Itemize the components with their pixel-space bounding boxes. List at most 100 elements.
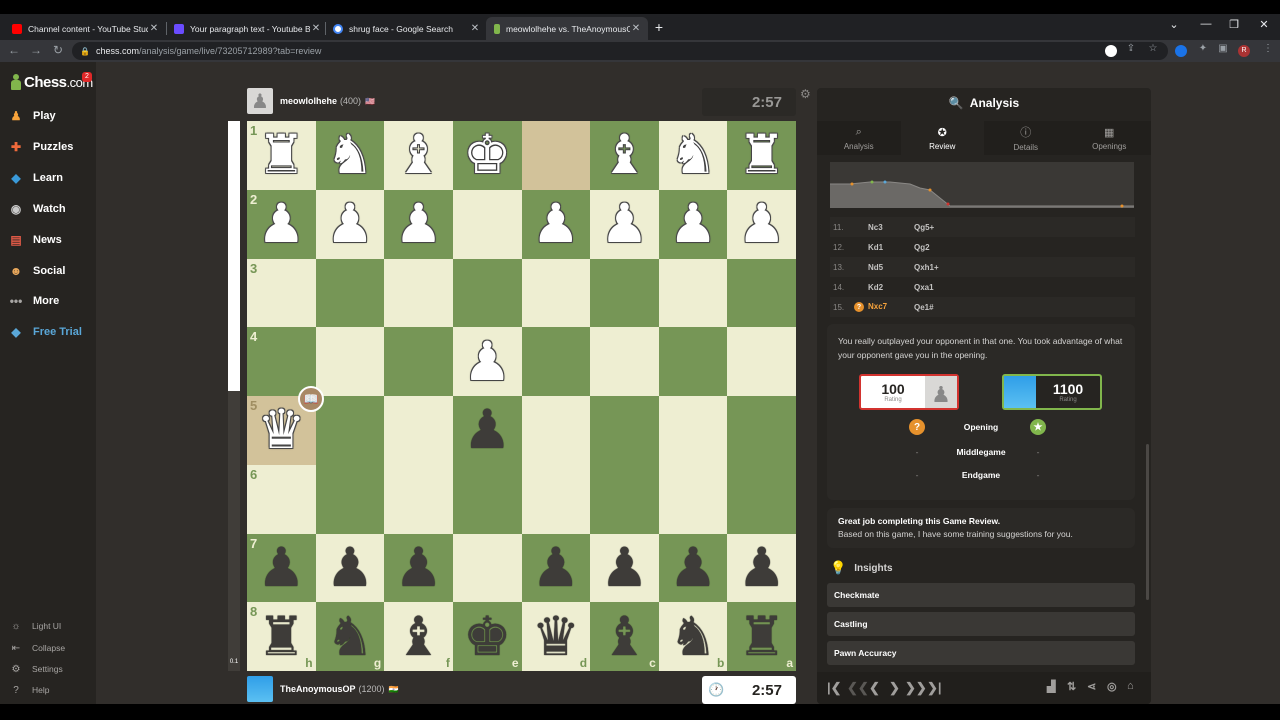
square-h1[interactable]: 1 ♜ (247, 121, 316, 190)
black-rook-icon[interactable]: ♜ (737, 609, 785, 664)
minimize-icon[interactable]: — (1198, 18, 1214, 30)
square-e1[interactable]: ♚ (452, 121, 522, 190)
square-e8[interactable]: ♚ e (452, 602, 522, 671)
evaluation-graph[interactable] (830, 162, 1134, 208)
black-pawn-icon[interactable]: ♟ (737, 540, 785, 595)
square-f4[interactable] (384, 327, 453, 396)
square-a5[interactable] (727, 396, 796, 465)
white-move[interactable]: Nc3 (854, 223, 914, 232)
square-f3[interactable] (384, 258, 453, 328)
black-queen-icon[interactable]: ♛ (532, 609, 580, 664)
white-pawn-icon[interactable]: ♟ (737, 197, 785, 251)
square-g3[interactable] (315, 258, 385, 328)
white-pawn-icon[interactable]: ♟ (326, 197, 374, 251)
square-d8[interactable]: ♛ d (521, 602, 591, 671)
square-e4[interactable]: ♟ (452, 327, 522, 396)
white-rook-icon[interactable]: ♜ (737, 128, 785, 182)
nav-free-trial[interactable]: ◆ Free Trial (8, 321, 94, 343)
square-b8[interactable]: ♞ b (658, 602, 728, 671)
previous-move-icon[interactable]: ❮ (869, 680, 880, 696)
square-a8[interactable]: ♜ a (727, 602, 796, 671)
square-d1[interactable] (521, 121, 591, 190)
last-move-icon[interactable]: ❯| (927, 680, 942, 696)
player-avatar[interactable] (247, 676, 273, 702)
first-move-icon[interactable]: |❮ (827, 680, 842, 696)
white-rook-icon[interactable]: ♜ (257, 128, 305, 182)
browser-tab[interactable]: shrug face - Google Search ✕ (325, 17, 487, 40)
tab-close-icon[interactable]: ✕ (310, 23, 322, 34)
collapse-button[interactable]: ⇤ Collapse (9, 641, 65, 655)
square-c3[interactable] (590, 258, 659, 328)
help-link[interactable]: ? Help (9, 683, 49, 697)
light-ui-toggle[interactable]: ☼ Light UI (9, 619, 61, 633)
tab-review[interactable]: ✪ Review (900, 121, 984, 155)
browser-tab[interactable]: Your paragraph text - Youtube Banner ✕ (166, 17, 328, 40)
white-bishop-icon[interactable]: ♝ (394, 128, 442, 182)
black-move[interactable]: Qe1# (914, 303, 934, 312)
profile-avatar[interactable]: R (1238, 45, 1250, 57)
chart-icon[interactable]: ▟ (1047, 680, 1055, 693)
museum-icon[interactable]: ⌂ (1127, 680, 1134, 692)
square-b4[interactable] (658, 327, 728, 396)
square-f6[interactable] (384, 464, 453, 534)
tab-close-icon[interactable]: ✕ (148, 23, 160, 34)
square-h8[interactable]: 8 ♜ h (247, 602, 316, 671)
square-g8[interactable]: ♞ g (315, 602, 385, 671)
white-pawn-icon[interactable]: ♟ (257, 197, 305, 251)
square-d5[interactable] (521, 396, 591, 465)
square-b3[interactable] (658, 258, 728, 328)
nav-play[interactable]: ♟ Play (8, 105, 94, 127)
white-queen-icon[interactable]: ♛ (257, 403, 305, 457)
square-b6[interactable] (658, 464, 728, 534)
browser-tab-active[interactable]: meowlolhehe vs. TheAnoymousOP ✕ (486, 17, 648, 40)
fast-back-icon[interactable]: ❮❮ (847, 680, 869, 696)
tab-openings[interactable]: ▦ Openings (1068, 121, 1152, 155)
black-move[interactable]: Qg5+ (914, 223, 934, 232)
top-player-name[interactable]: meowlolhehe (280, 96, 337, 106)
tab-close-icon[interactable]: ✕ (469, 23, 481, 34)
nav-watch[interactable]: ◉ Watch (8, 198, 94, 220)
white-pawn-icon[interactable]: ♟ (669, 197, 717, 251)
square-d4[interactable] (521, 327, 591, 396)
white-knight-icon[interactable]: ♞ (326, 128, 374, 182)
white-pawn-icon[interactable]: ♟ (394, 197, 442, 251)
square-a4[interactable] (727, 327, 796, 396)
black-pawn-icon[interactable]: ♟ (463, 403, 511, 457)
square-f2[interactable]: ♟ (384, 189, 453, 259)
bottom-player-name[interactable]: TheAnoymousOP (280, 684, 356, 694)
black-pawn-icon[interactable]: ♟ (257, 540, 305, 595)
square-d7[interactable]: ♟ (521, 533, 591, 603)
panel-scrollbar[interactable] (1146, 444, 1149, 600)
insight-pawn-accuracy[interactable]: Pawn Accuracy (827, 641, 1135, 665)
square-b2[interactable]: ♟ (658, 189, 728, 259)
bookmark-star-icon[interactable]: ☆ (1145, 43, 1161, 54)
square-d3[interactable] (521, 258, 591, 328)
square-a2[interactable]: ♟ (727, 189, 796, 259)
browser-tab[interactable]: Channel content - YouTube Studio ✕ (4, 17, 166, 40)
black-pawn-icon[interactable]: ♟ (394, 540, 442, 595)
tab-details[interactable]: ⓘ Details (984, 121, 1068, 155)
white-knight-icon[interactable]: ♞ (669, 128, 717, 182)
nav-news[interactable]: ▤ News (8, 229, 94, 251)
square-g6[interactable] (315, 464, 385, 534)
square-d2[interactable]: ♟ (521, 189, 591, 259)
back-icon[interactable]: ← (6, 43, 22, 57)
maximize-icon[interactable]: ❐ (1226, 18, 1242, 31)
nav-more[interactable]: ••• More (8, 290, 94, 312)
nav-puzzles[interactable]: ✚ Puzzles (8, 136, 94, 158)
tab-search-icon[interactable]: ⌄ (1166, 18, 1182, 31)
square-a6[interactable] (727, 464, 796, 534)
black-bishop-icon[interactable]: ♝ (600, 609, 648, 664)
square-a7[interactable]: ♟ (727, 533, 796, 603)
nav-learn[interactable]: ◆ Learn (8, 167, 94, 189)
reload-icon[interactable]: ↻ (50, 43, 66, 57)
forward-icon[interactable]: → (28, 43, 44, 57)
next-move-icon[interactable]: ❯ (889, 680, 900, 696)
black-king-icon[interactable]: ♚ (463, 609, 511, 664)
square-g5[interactable] (315, 396, 385, 465)
black-pawn-icon[interactable]: ♟ (532, 540, 580, 595)
square-g4[interactable] (315, 327, 385, 396)
training-suggestion-card[interactable]: Great job completing this Game Review. B… (827, 508, 1135, 548)
white-pawn-icon[interactable]: ♟ (532, 197, 580, 251)
chesscom-logo[interactable]: Chess .com (10, 72, 93, 92)
